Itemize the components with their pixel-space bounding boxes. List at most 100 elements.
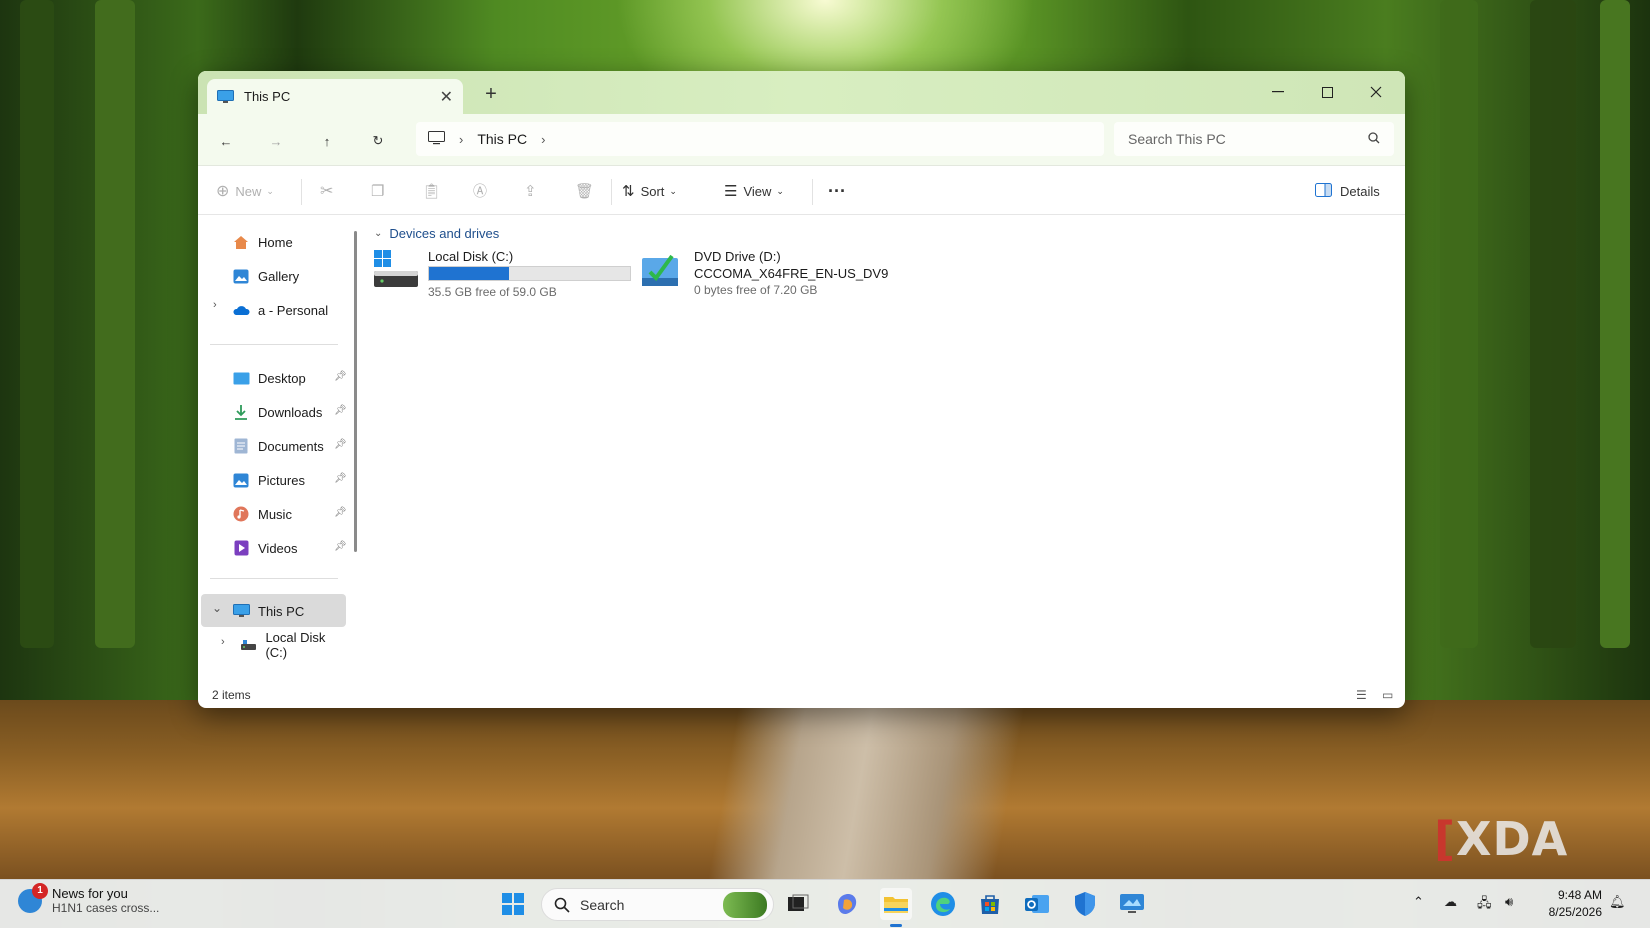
- news-widget-icon: 1: [18, 882, 48, 913]
- sidebar-item-label: Desktop: [258, 370, 306, 386]
- volume-icon[interactable]: 🔊︎: [1505, 894, 1513, 910]
- refresh-button[interactable]: ↻: [363, 126, 393, 156]
- monitor-icon: [217, 90, 234, 103]
- network-icon[interactable]: 🖧︎: [1477, 894, 1492, 916]
- drive-item-dvd[interactable]: DVD Drive (D:) CCCOMA_X64FRE_EN-US_DV9 0…: [638, 248, 888, 299]
- sidebar-item-documents[interactable]: Documents: [232, 431, 324, 461]
- taskbar-search-box[interactable]: Search: [541, 888, 774, 921]
- sidebar-item-downloads[interactable]: Downloads: [232, 397, 322, 427]
- chevron-down-icon[interactable]: ⌄: [212, 601, 222, 615]
- chevron-right-icon[interactable]: ›: [213, 299, 217, 311]
- breadcrumb-this-pc[interactable]: This PC: [477, 131, 527, 147]
- close-window-button[interactable]: [1353, 77, 1399, 107]
- remote-desktop-icon: [1120, 894, 1144, 913]
- windows-drive-icon: [372, 248, 420, 292]
- sidebar-item-pictures[interactable]: Pictures: [232, 465, 305, 495]
- chevron-right-icon[interactable]: ›: [541, 132, 545, 147]
- close-tab-icon[interactable]: ✕: [440, 87, 453, 107]
- copilot-button[interactable]: [831, 888, 863, 920]
- group-header-devices-and-drives[interactable]: ⌄ Devices and drives: [374, 226, 499, 241]
- maximize-button[interactable]: [1304, 77, 1350, 107]
- pin-icon[interactable]: 📌︎: [334, 507, 347, 518]
- minimize-button[interactable]: [1255, 77, 1301, 107]
- search-highlight-image-icon: [723, 891, 767, 918]
- new-button[interactable]: ⊕ New ⌄: [216, 176, 274, 206]
- dvd-drive-icon: [638, 248, 686, 292]
- sidebar-scrollbar[interactable]: [354, 231, 357, 552]
- details-button[interactable]: Details: [1315, 176, 1380, 206]
- share-button[interactable]: ⇪: [524, 176, 537, 206]
- sidebar-item-label: Videos: [258, 540, 298, 556]
- pin-icon[interactable]: 📌︎: [334, 371, 347, 382]
- view-button[interactable]: ☰ View ⌄: [724, 176, 784, 206]
- chevron-down-icon: ⌄: [374, 228, 383, 239]
- copy-button[interactable]: ❐: [371, 176, 384, 206]
- tab-this-pc[interactable]: This PC ✕: [207, 79, 463, 114]
- bamboo-stalk: [95, 0, 135, 648]
- sidebar-item-label: Local Disk (C:): [265, 630, 326, 660]
- cut-button[interactable]: ✂: [320, 176, 333, 206]
- bamboo-stalk: [1600, 0, 1630, 648]
- more-options-button[interactable]: ···: [828, 176, 846, 206]
- pin-icon[interactable]: 📌︎: [334, 473, 347, 484]
- details-view-icon[interactable]: ☰: [1356, 688, 1367, 702]
- notification-bell-icon[interactable]: 🔔︎: [1609, 894, 1626, 910]
- security-button[interactable]: [1069, 888, 1101, 920]
- drive-item-local-disk[interactable]: Local Disk (C:) 35.5 GB free of 59.0 GB: [372, 248, 631, 301]
- chevron-up-icon[interactable]: ⌃: [1413, 894, 1424, 910]
- search-box[interactable]: [1114, 122, 1394, 156]
- sidebar-item-label: Gallery: [258, 268, 300, 284]
- paste-button[interactable]: 📋︎: [422, 176, 441, 206]
- sidebar-item-label: This PC: [258, 603, 305, 619]
- edge-browser-button[interactable]: [927, 888, 959, 920]
- drive-free-space: 0 bytes free of 7.20 GB: [694, 283, 818, 297]
- content-area: ⌄ Devices and drives Local Disk (C:) 35.…: [358, 216, 1405, 682]
- new-tab-button[interactable]: +: [479, 83, 503, 106]
- task-view-button[interactable]: [782, 888, 814, 920]
- sidebar-item-videos[interactable]: Videos: [232, 533, 298, 563]
- maximize-icon: [1321, 86, 1333, 98]
- copy-icon: ❐: [371, 183, 385, 200]
- pin-icon[interactable]: 📌︎: [334, 439, 347, 450]
- news-title: News for you: [52, 886, 128, 901]
- copilot-icon: [838, 894, 857, 914]
- sidebar-item-gallery[interactable]: Gallery: [232, 261, 299, 291]
- news-widget[interactable]: 1 News for you H1N1 cases cross...: [18, 882, 159, 915]
- chevron-right-icon[interactable]: ›: [221, 636, 225, 648]
- clock[interactable]: 9:48 AM 8/25/2026: [1538, 887, 1602, 921]
- pin-icon[interactable]: 📌︎: [334, 405, 347, 416]
- forward-button[interactable]: →: [261, 126, 291, 156]
- taskbar-search-label: Search: [580, 896, 625, 913]
- outlook-button[interactable]: [1021, 888, 1053, 920]
- sidebar-item-onedrive[interactable]: a - Personal: [232, 295, 328, 325]
- sidebar-item-this-pc[interactable]: This PC: [232, 596, 304, 626]
- pictures-icon: [232, 472, 250, 488]
- onedrive-cloud-icon[interactable]: ☁: [1444, 894, 1457, 910]
- pin-icon[interactable]: 📌︎: [334, 541, 347, 552]
- tiles-view-icon[interactable]: ▭: [1382, 688, 1393, 702]
- sidebar-item-music[interactable]: Music: [232, 499, 292, 529]
- windows-logo-icon: [502, 893, 524, 915]
- address-bar[interactable]: › This PC ›: [416, 122, 1104, 156]
- search-icon: [554, 897, 570, 913]
- back-button[interactable]: ←: [211, 126, 241, 156]
- up-button[interactable]: ↑: [312, 126, 342, 156]
- search-input[interactable]: [1128, 131, 1368, 147]
- notification-badge: 1: [32, 882, 48, 899]
- plus-circle-icon: ⊕: [216, 183, 230, 200]
- file-explorer-taskbar-button[interactable]: [880, 888, 912, 920]
- sidebar-item-label: a - Personal: [258, 302, 329, 318]
- start-button[interactable]: [497, 888, 529, 920]
- remote-desktop-button[interactable]: [1116, 888, 1148, 920]
- sidebar-item-label: Documents: [258, 438, 324, 454]
- command-bar: ⊕ New ⌄ ✂ ❐ 📋︎ Ⓐ ⇪ 🗑︎ ⇅ Sort ⌄ ☰ View ⌄ …: [198, 167, 1405, 215]
- sidebar-item-local-disk[interactable]: Local Disk (C:): [240, 630, 348, 660]
- sort-button[interactable]: ⇅ Sort ⌄: [622, 176, 677, 206]
- search-icon[interactable]: [1368, 131, 1380, 147]
- delete-button[interactable]: 🗑︎: [575, 176, 594, 206]
- chevron-down-icon: ⌄: [669, 185, 677, 196]
- microsoft-store-button[interactable]: [974, 888, 1006, 920]
- sidebar-item-home[interactable]: Home: [232, 227, 293, 257]
- rename-button[interactable]: Ⓐ: [473, 176, 487, 206]
- sidebar-item-desktop[interactable]: Desktop: [232, 363, 306, 393]
